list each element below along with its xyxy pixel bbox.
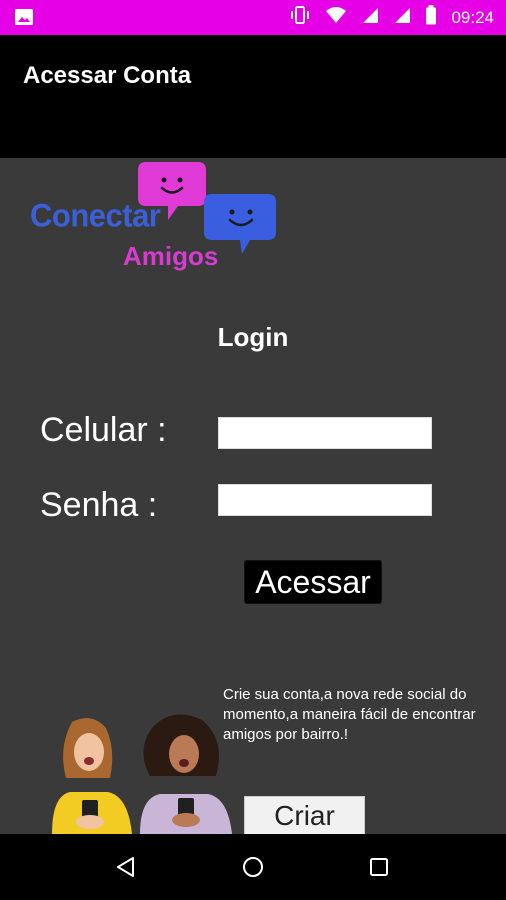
promo-text: Crie sua conta,a nova rede social do mom… [223, 686, 476, 743]
page-title: Acessar Conta [23, 62, 192, 89]
app-logo: Conectar Amigos [28, 158, 278, 273]
phone-input[interactable] [218, 417, 432, 449]
friends-illustration [52, 714, 232, 834]
navigation-bar [0, 834, 506, 900]
create-account-button[interactable]: Criar [244, 796, 365, 836]
logo-word-conectar: Conectar [30, 197, 161, 234]
logo-word-amigos: Amigos [123, 241, 219, 271]
phone-label: Celular : [40, 411, 167, 449]
login-button[interactable]: Acessar [244, 560, 382, 604]
signal-icon-2 [393, 6, 411, 29]
status-bar: 09:24 [0, 0, 506, 35]
home-icon[interactable] [237, 851, 269, 883]
login-title: Login [217, 322, 289, 352]
battery-icon [425, 5, 437, 30]
password-input[interactable] [218, 484, 432, 516]
signal-icon [361, 6, 379, 29]
image-icon [14, 8, 34, 26]
recents-icon[interactable] [363, 851, 395, 883]
screen: 09:24 Acessar Conta Conectar Amigos Logi… [0, 0, 506, 900]
status-icons: 09:24 [289, 0, 494, 35]
password-label: Senha : [40, 486, 158, 524]
app-bar: Acessar Conta [0, 35, 506, 158]
wifi-icon [325, 6, 347, 29]
status-time: 09:24 [451, 7, 494, 27]
back-icon[interactable] [110, 851, 142, 883]
vibrate-icon [289, 6, 311, 29]
